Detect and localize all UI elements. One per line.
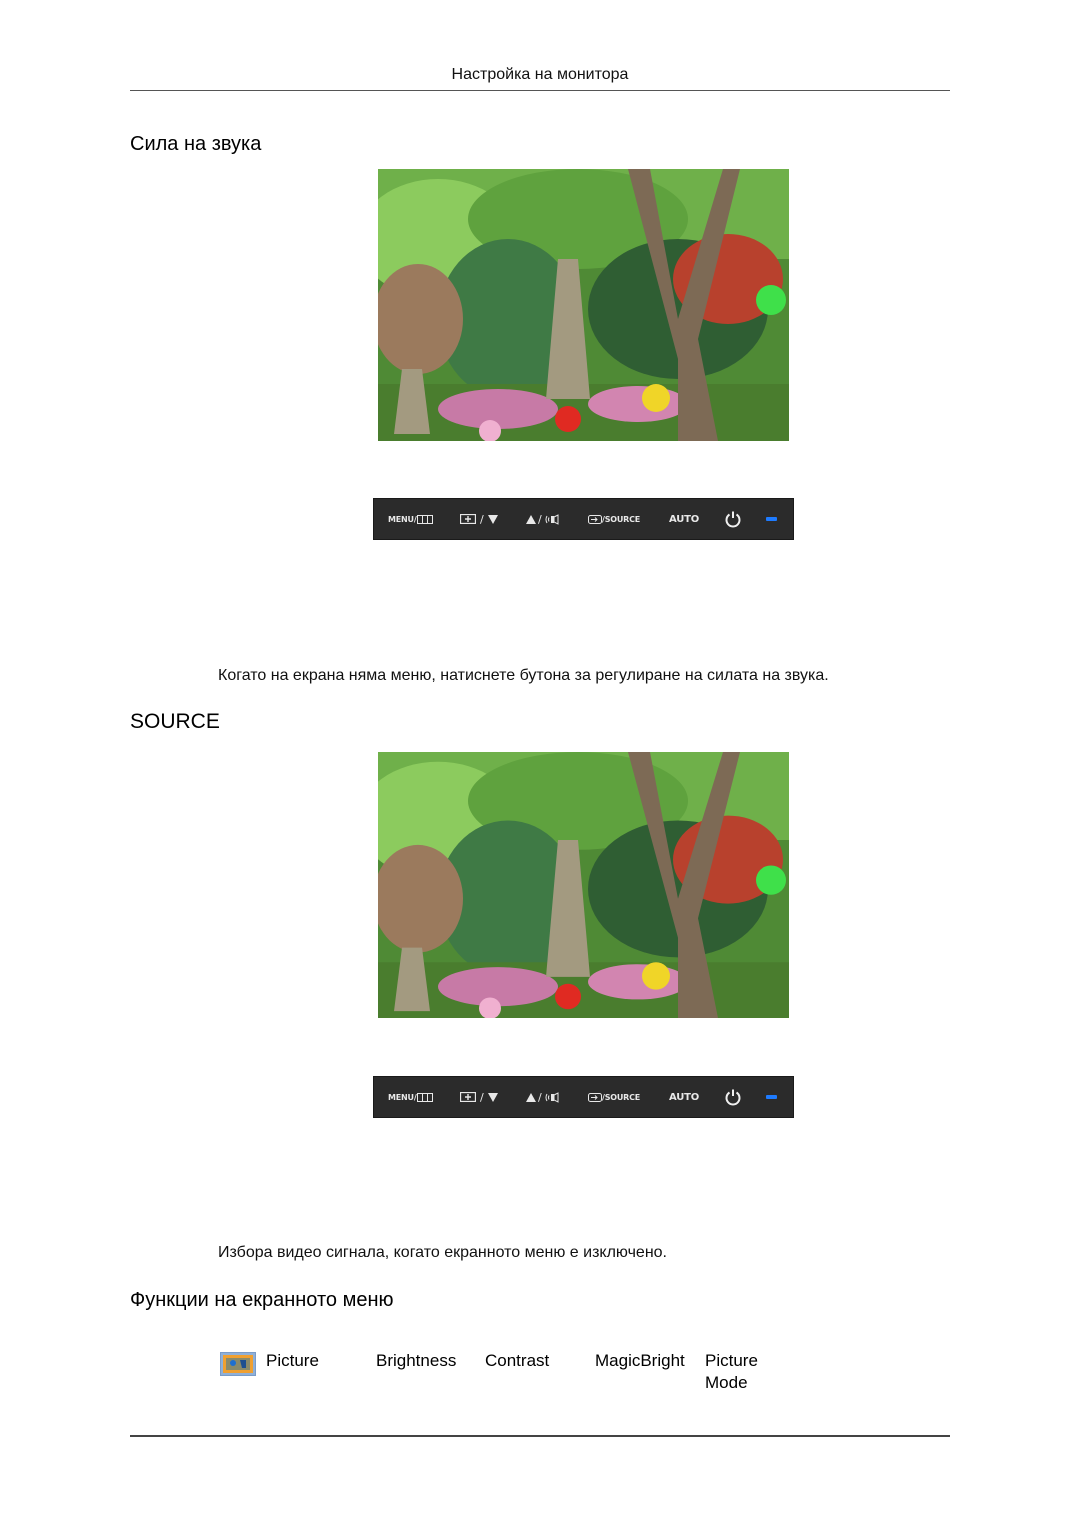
volume-speaker-icon	[545, 1091, 559, 1103]
footer-divider	[130, 1435, 950, 1437]
osd-item-brightness[interactable]: Brightness	[376, 1350, 456, 1372]
running-header-title: Настройка на монитора	[451, 66, 629, 83]
power-button[interactable]	[724, 1077, 742, 1117]
source-input-icon	[588, 1092, 602, 1102]
source-button[interactable]: /SOURCE	[588, 1077, 640, 1117]
volume-up-button[interactable]: /	[526, 499, 560, 539]
garden-photo	[378, 169, 789, 441]
separator-label: /	[480, 1090, 484, 1104]
menu-button[interactable]: MENU/	[388, 1077, 433, 1117]
auto-button-label: AUTO	[669, 513, 700, 525]
osd-item-picture-mode[interactable]: Picture Mode	[705, 1350, 765, 1394]
up-triangle-icon	[526, 514, 536, 524]
menu-button[interactable]: MENU/	[388, 499, 433, 539]
power-led-indicator	[766, 499, 777, 539]
power-button[interactable]	[724, 499, 742, 539]
volume-speaker-icon	[545, 513, 559, 525]
menu-button-label: MENU/	[388, 1092, 417, 1102]
power-icon	[725, 1089, 741, 1106]
led-bar	[766, 517, 777, 521]
osd-item-picture[interactable]: Picture	[266, 1350, 319, 1372]
brightness-down-button[interactable]: /	[460, 1077, 498, 1117]
power-icon	[725, 511, 741, 528]
volume-up-button[interactable]: /	[526, 1077, 560, 1117]
menu-grid-icon	[416, 514, 433, 524]
section-heading-osd-functions: Функции на екранното меню	[130, 1289, 394, 1311]
auto-button[interactable]: AUTO	[669, 1077, 699, 1117]
menu-button-label: MENU/	[388, 514, 417, 524]
source-input-icon	[588, 514, 602, 524]
section-heading-source: SOURCE	[130, 710, 220, 733]
separator-label: /	[538, 512, 542, 526]
source-description: Избора видео сигнала, когато екранното м…	[218, 1244, 667, 1261]
section-heading-volume: Сила на звука	[130, 133, 262, 155]
picture-adjust-icon	[460, 1092, 476, 1102]
osd-item-magicbright[interactable]: MagicBright	[595, 1350, 685, 1372]
picture-icon	[220, 1352, 256, 1376]
monitor-control-panel: MENU/ / / /SOURCE AUTO	[373, 498, 794, 540]
separator-label: /	[538, 1090, 542, 1104]
source-button-label: /SOURCE	[602, 514, 641, 524]
osd-item-contrast[interactable]: Contrast	[485, 1350, 549, 1372]
source-button-label: /SOURCE	[602, 1092, 641, 1102]
down-triangle-icon	[487, 1092, 498, 1102]
garden-photo	[378, 752, 789, 1018]
led-bar	[766, 1095, 777, 1099]
source-button[interactable]: /SOURCE	[588, 499, 640, 539]
brightness-down-button[interactable]: /	[460, 499, 498, 539]
picture-adjust-icon	[460, 514, 476, 524]
power-led-indicator	[766, 1077, 777, 1117]
garden-photo-graphic	[378, 752, 789, 1018]
menu-grid-icon	[416, 1092, 433, 1102]
up-triangle-icon	[526, 1092, 536, 1102]
header-divider	[130, 90, 950, 91]
auto-button[interactable]: AUTO	[669, 499, 699, 539]
auto-button-label: AUTO	[669, 1091, 700, 1103]
down-triangle-icon	[487, 514, 498, 524]
garden-photo-graphic	[378, 169, 789, 441]
volume-description: Когато на екрана няма меню, натиснете бу…	[218, 667, 829, 684]
separator-label: /	[480, 512, 484, 526]
monitor-control-panel: MENU/ / / /SOURCE AUTO	[373, 1076, 794, 1118]
